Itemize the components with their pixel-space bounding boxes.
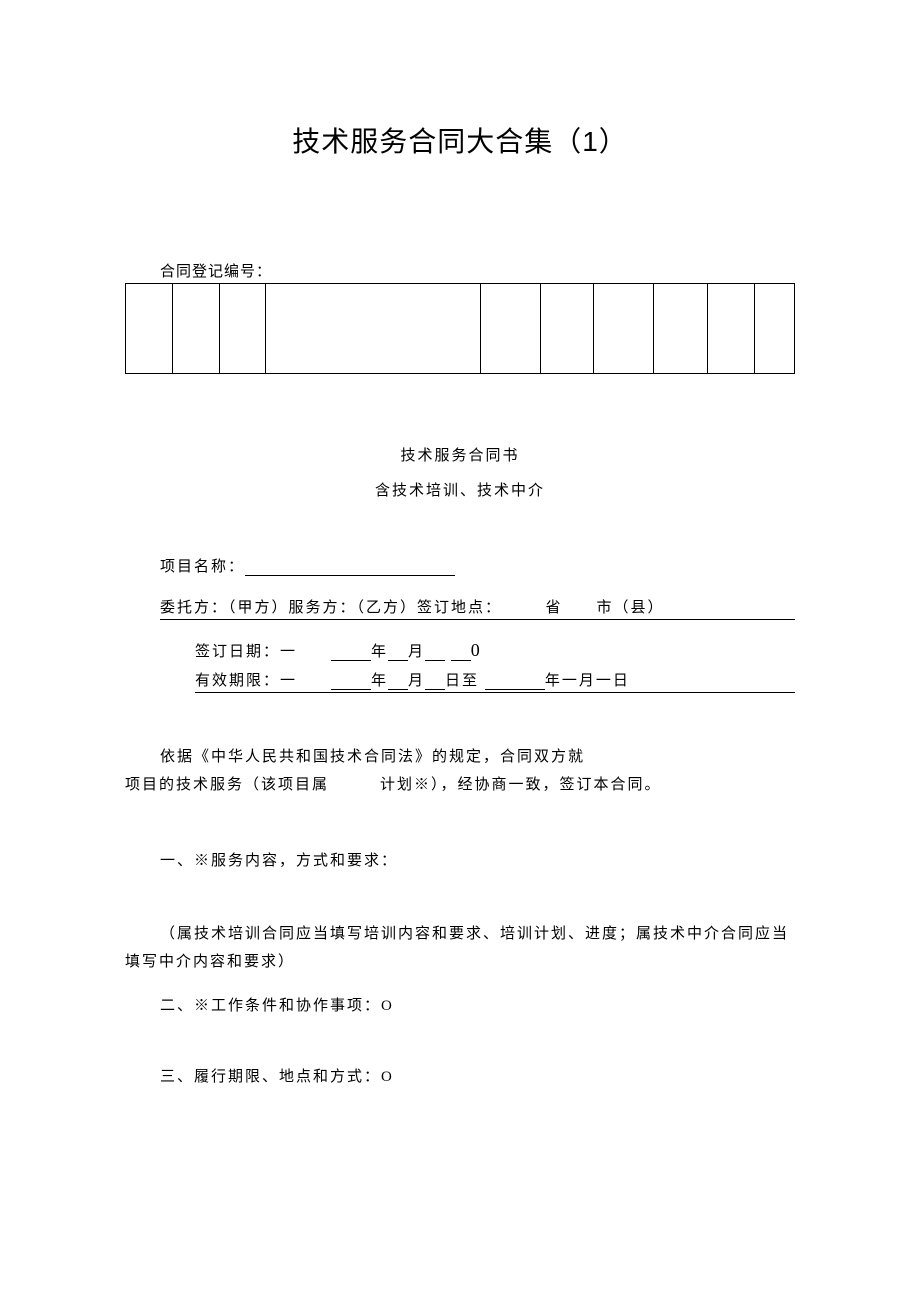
project-label: 项目名称：	[160, 559, 245, 575]
sign-date-line: 签订日期：一 年 月 0	[195, 640, 795, 661]
valid-year-label: 年	[371, 673, 388, 689]
date-block: 签订日期：一 年月 0 有效期限：一 年月日至 年一月一日	[195, 640, 795, 693]
grid-cell[interactable]	[754, 284, 794, 374]
grid-cell[interactable]	[708, 284, 755, 374]
sign-prefix: 签订日期：一	[195, 644, 331, 660]
sign-year-label: 年	[371, 644, 388, 660]
valid-suffix: 年一月一日	[545, 673, 630, 689]
registration-grid	[125, 283, 795, 374]
sign-extra-input[interactable]	[451, 647, 471, 661]
valid-month-label: 月	[408, 673, 425, 689]
sign-month-input[interactable]	[388, 647, 408, 661]
grid-cell[interactable]	[219, 284, 266, 374]
sign-month-label: 月	[408, 644, 425, 660]
grid-cell[interactable]	[594, 284, 654, 374]
valid-to-year-input[interactable]	[485, 676, 545, 690]
grid-cell[interactable]	[654, 284, 708, 374]
registration-label: 合同登记编号：	[160, 260, 795, 281]
valid-date-line: 有效期限：一 年 月 日至 年一月一日	[195, 669, 795, 690]
note-1: （属技术培训合同应当填写培训内容和要求、培训计划、进度；属技术中介合同应当填写中…	[125, 920, 795, 976]
grid-cell[interactable]	[266, 284, 480, 374]
section-3: 三、履行期限、地点和方式：O	[125, 1065, 795, 1086]
valid-month-input[interactable]	[388, 676, 408, 690]
valid-day-input[interactable]	[425, 676, 445, 690]
grid-cell[interactable]	[480, 284, 540, 374]
sign-day-input[interactable]	[425, 647, 445, 661]
valid-prefix: 有效期限：一	[195, 673, 331, 689]
preamble-line2: 项目的技术服务（该项目属 计划※），经协商一致，签订本合同。	[125, 771, 795, 799]
table-row	[126, 284, 795, 374]
subtitle-sub: 含技术培训、技术中介	[125, 479, 795, 500]
sign-year-input[interactable]	[331, 647, 371, 661]
section-1: 一、※服务内容，方式和要求：	[125, 849, 795, 870]
preamble: 依据《中华人民共和国技术合同法》的规定，合同双方就 项目的技术服务（该项目属 计…	[125, 743, 795, 799]
page-title: 技术服务合同大合集（1）	[125, 120, 795, 160]
document-page: 技术服务合同大合集（1） 合同登记编号： 技术服务合同书 含技术培训、技术中介 …	[0, 0, 920, 1146]
project-name-line: 项目名称：	[160, 555, 795, 576]
valid-dayto-label: 日至	[445, 673, 479, 689]
grid-cell[interactable]	[126, 284, 173, 374]
party-line: 委托方：（甲方）服务方：（乙方）签订地点： 省 市（县）	[160, 596, 795, 620]
grid-cell[interactable]	[540, 284, 594, 374]
project-name-input[interactable]	[245, 575, 455, 576]
section-2: 二、※工作条件和协作事项：O	[125, 994, 795, 1015]
preamble-line1: 依据《中华人民共和国技术合同法》的规定，合同双方就	[125, 743, 795, 771]
sign-end: 0	[471, 640, 482, 660]
subtitle-main: 技术服务合同书	[125, 444, 795, 465]
valid-year-input[interactable]	[331, 676, 371, 690]
grid-cell[interactable]	[172, 284, 219, 374]
